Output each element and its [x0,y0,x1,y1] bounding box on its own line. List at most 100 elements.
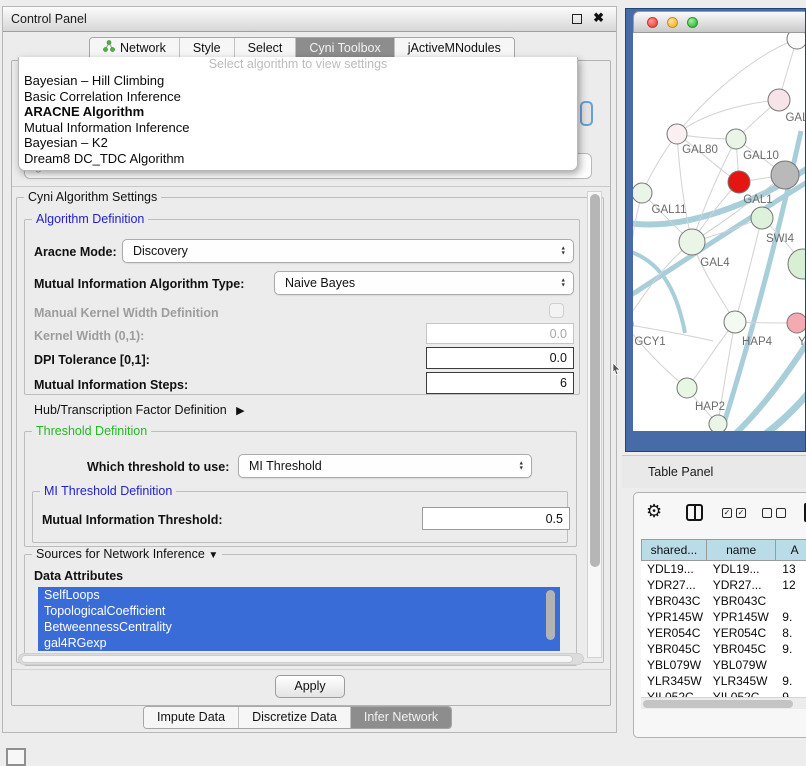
aracne-mode-select[interactable]: Discovery ▲▼ [122,239,574,263]
apply-button[interactable]: Apply [275,675,345,698]
control-panel-titlebar[interactable]: Control Panel ✖ [3,7,616,32]
tab-infer-network[interactable]: Infer Network [351,707,451,728]
table-row[interactable]: YER054CYER054C8. [641,625,806,641]
network-node-y[interactable] [787,313,806,333]
column-header-a[interactable]: A [776,539,806,561]
select-all-checkbox-icon[interactable]: ✓ [736,508,746,518]
sources-group-title[interactable]: Sources for Network Inference ▼ [32,547,222,561]
window-title: Control Panel [11,12,87,26]
attribute-item-gal4rgexp[interactable]: gal4RGexp [38,635,560,651]
network-node-unlabeled[interactable] [771,161,799,189]
attributes-list-scrollbar[interactable] [544,588,557,650]
dropdown-item-bayesian-hill-climbing[interactable]: Bayesian – Hill Climbing [19,73,577,89]
table-row[interactable]: YBL079WYBL079W [641,657,806,673]
network-node-label: GAL1 [743,194,772,206]
gear-icon[interactable]: ⚙ [646,501,662,522]
network-node-unlabeled[interactable] [787,33,806,49]
mi-threshold-field[interactable]: 0.5 [422,507,570,530]
network-node-gal1[interactable] [728,171,750,193]
tab-label: Select [248,38,283,59]
network-node-gal4[interactable] [679,229,705,255]
tab-label: Style [193,38,221,59]
kernel-width-field[interactable]: 0.0 [426,323,574,344]
network-node-label: HAP4 [742,336,773,348]
table-cell: YBR043C [707,593,777,609]
network-node-gal[interactable] [768,89,790,111]
table-cell: YBR045C [707,641,777,657]
mi-type-select[interactable]: Naive Bayes ▲▼ [274,271,574,295]
table-cell: YPR145W [641,609,707,625]
aracne-mode-value: Discovery [133,244,188,258]
combo-arrows-icon: ▲▼ [561,247,566,256]
network-node-swi4[interactable] [751,207,773,229]
table-row[interactable]: YLR345WYLR345W9. [641,673,806,689]
tab-label: Cyni Toolbox [309,38,380,59]
dpi-tolerance-label: DPI Tolerance [0,1]: [34,353,150,367]
tab-discretize-data[interactable]: Discretize Data [239,707,351,728]
columns-icon[interactable] [686,504,703,521]
dropdown-item-basic-correlation-inference[interactable]: Basic Correlation Inference [19,89,577,105]
table-cell: 12 [776,577,806,593]
network-node-hap2[interactable] [677,378,697,398]
attribute-item-selfloops[interactable]: SelfLoops [38,587,560,603]
network-window-titlebar[interactable] [633,11,806,33]
tab-label: jActiveMNodules [408,38,501,59]
tab-style[interactable]: Style [180,38,235,59]
hub-definition-expander[interactable]: Hub/Transcription Factor Definition ▶ [34,403,245,417]
mi-type-label: Mutual Information Algorithm Type: [34,277,244,291]
tab-network[interactable]: Network [90,38,180,59]
deselect-all-checkbox-icon[interactable] [762,508,772,518]
table-cell: YDR27... [641,577,707,593]
column-header-shared-[interactable]: shared... [641,539,707,561]
aracne-mode-label: Aracne Mode: [34,245,117,259]
column-header-name[interactable]: name [707,539,777,561]
table-cell: YDR27... [707,577,777,593]
tab-impute-data[interactable]: Impute Data [144,707,239,728]
network-node-unlabeled[interactable] [709,415,727,431]
network-node-gal11[interactable] [633,183,652,203]
table-row[interactable]: YDL19...YDL19...13 [641,561,806,577]
mi-steps-field[interactable]: 6 [426,372,574,394]
tab-cyni-toolbox[interactable]: Cyni Toolbox [296,38,394,59]
network-node-label: GAL [785,112,806,124]
tab-jactivemnodules[interactable]: jActiveMNodules [395,38,514,59]
table-cell [776,657,806,673]
attribute-item-betweennesscentrality[interactable]: BetweennessCentrality [38,619,560,635]
horizontal-scrollbar[interactable] [18,653,584,665]
close-icon[interactable]: ✖ [593,10,604,26]
table-row[interactable]: YDR27...YDR27...12 [641,577,806,593]
network-node-unlabeled[interactable] [788,249,806,279]
table-cell: YBL079W [641,657,707,673]
table-row[interactable]: YBR043CYBR043C [641,593,806,609]
table-cell: YLR345W [641,673,707,689]
algorithm-combo-button[interactable] [580,101,593,126]
network-node-gal10[interactable] [726,129,746,149]
tab-select[interactable]: Select [235,38,297,59]
minimized-window-icon[interactable] [6,748,26,766]
data-attributes-list[interactable]: SelfLoopsTopologicalCoefficientBetweenne… [38,587,560,651]
tab-label: Infer Network [364,707,438,728]
network-canvas[interactable]: GALGAL80GAL10GAL11GAL1SWI4GAL4GCY1HAP4YH… [633,33,806,431]
select-all-checkbox-icon[interactable]: ✓ [722,508,732,518]
dropdown-item-mutual-information-inference[interactable]: Mutual Information Inference [19,120,577,136]
minimize-traffic-light-icon[interactable] [667,17,678,28]
table-row[interactable]: YPR145WYPR145W9. [641,609,806,625]
settings-vertical-scrollbar[interactable] [587,191,602,658]
which-threshold-select[interactable]: MI Threshold ▲▼ [238,454,532,478]
dropdown-item-dream8-dc-tdc-algorithm[interactable]: Dream8 DC_TDC Algorithm [19,151,577,167]
deselect-all-checkbox-icon[interactable] [776,508,786,518]
attribute-item-topologicalcoefficient[interactable]: TopologicalCoefficient [38,603,560,619]
table-row[interactable]: YBR045CYBR045C9. [641,641,806,657]
tab-label: Impute Data [157,707,225,728]
dropdown-item-aracne-algorithm[interactable]: ARACNE Algorithm [19,104,577,120]
network-node-hap4[interactable] [724,311,746,333]
table-cell: YLR345W [707,673,777,689]
close-traffic-light-icon[interactable] [647,17,658,28]
network-node-gal80[interactable] [667,124,687,144]
table-horizontal-scrollbar[interactable] [641,697,806,709]
dpi-tolerance-field[interactable]: 0.0 [426,347,574,369]
float-window-icon[interactable] [572,14,582,24]
dropdown-item-bayesian-k2[interactable]: Bayesian – K2 [19,135,577,151]
zoom-traffic-light-icon[interactable] [687,17,698,28]
manual-kernel-checkbox[interactable] [549,303,564,318]
